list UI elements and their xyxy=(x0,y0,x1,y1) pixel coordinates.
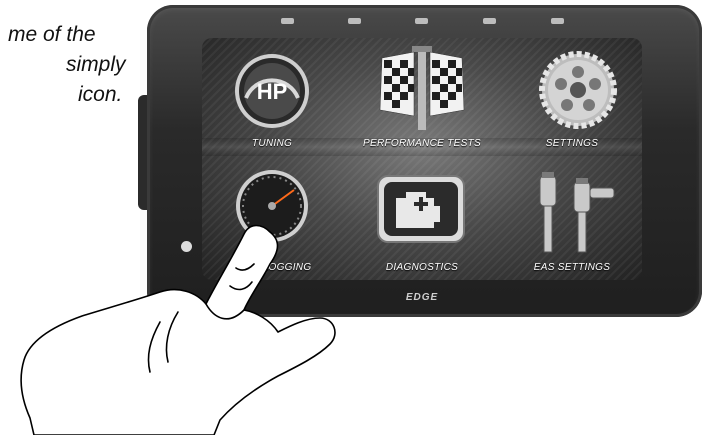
gear-icon xyxy=(539,51,617,129)
menu-label-eas-settings: EAS SETTINGS xyxy=(533,262,611,273)
caption-line-3: icon. xyxy=(78,83,123,106)
instruction-caption: me of the simply icon. xyxy=(0,20,140,110)
engine-icon xyxy=(377,175,465,243)
status-led-2 xyxy=(348,18,361,24)
power-led xyxy=(181,241,192,252)
menu-tile-settings[interactable]: SETTINGS xyxy=(502,38,642,149)
menu-label-performance-tests: PERFORMANCE TESTS xyxy=(363,138,481,149)
touch-screen: HP TUNING PERFORMANCE TESTS SETTINGS G &… xyxy=(202,38,642,280)
caption-line-1: me of the xyxy=(8,23,96,46)
status-led-3 xyxy=(415,18,428,24)
menu-tile-gauges-logging[interactable]: G & LOGGING xyxy=(202,156,342,273)
checkered-flags-icon xyxy=(379,46,465,130)
status-led-1 xyxy=(281,18,294,24)
menu-label-diagnostics: DIAGNOSTICS xyxy=(385,262,459,273)
menu-tile-performance-tests[interactable]: PERFORMANCE TESTS xyxy=(352,38,492,149)
caption-line-2: simply xyxy=(66,53,126,76)
hp-badge-text: HP xyxy=(257,79,288,104)
status-led-4 xyxy=(483,18,496,24)
status-led-5 xyxy=(551,18,564,24)
menu-label-settings: SETTINGS xyxy=(545,138,599,149)
menu-label-gauges-logging: & LOGGING xyxy=(252,262,312,273)
gauge-icon xyxy=(236,170,308,242)
menu-tile-eas-settings[interactable]: EAS SETTINGS xyxy=(502,156,642,273)
menu-tile-diagnostics[interactable]: DIAGNOSTICS xyxy=(352,156,492,273)
edge-logo: EDGE xyxy=(405,292,439,303)
eas-sensors-icon xyxy=(539,172,615,253)
menu-tile-tuning[interactable]: HP TUNING xyxy=(202,38,342,149)
hp-gauge-icon: HP xyxy=(235,54,309,128)
menu-label-tuning: TUNING xyxy=(251,138,293,149)
